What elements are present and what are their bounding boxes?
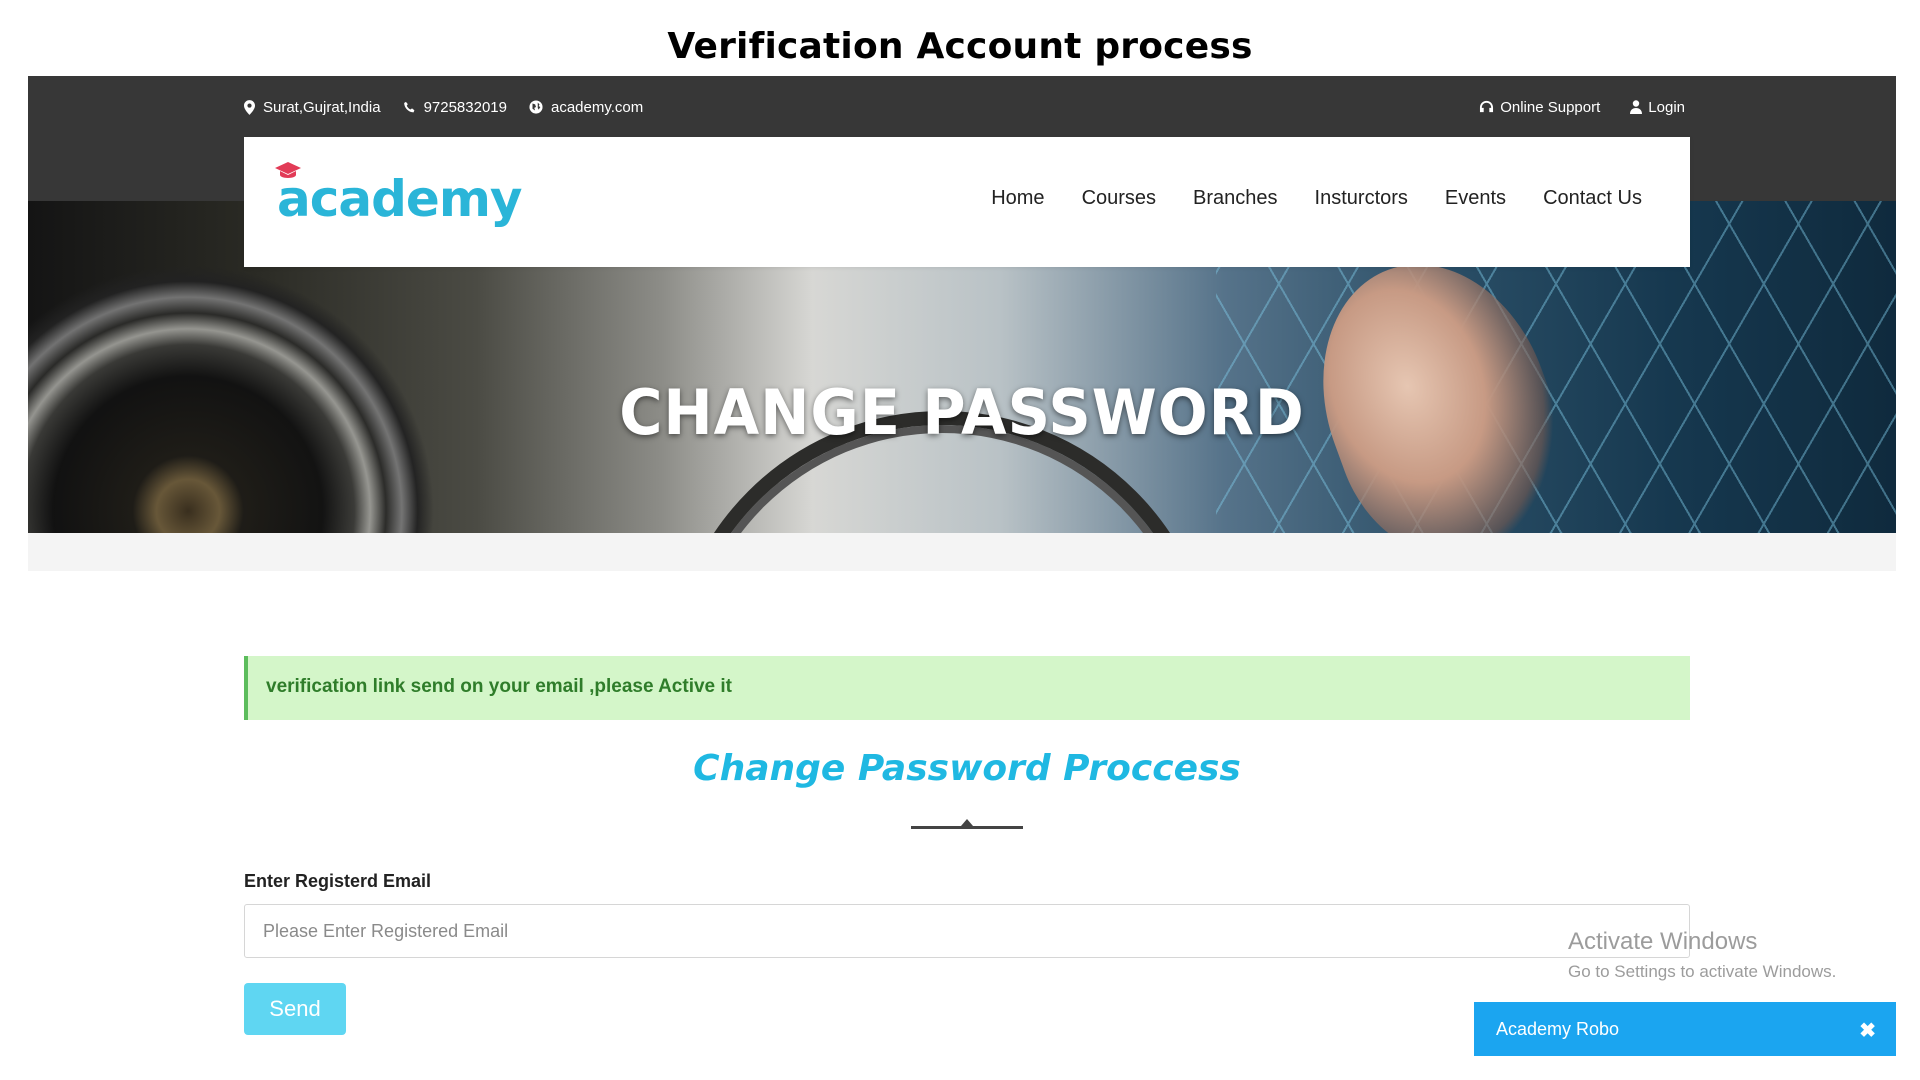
close-icon[interactable]: ✖	[1859, 1018, 1876, 1043]
login-label: Login	[1648, 98, 1685, 116]
section-title: Change Password Proccess	[693, 748, 1241, 789]
nav-events[interactable]: Events	[1445, 187, 1506, 210]
nav-branches[interactable]: Branches	[1193, 187, 1278, 210]
website-item: academy.com	[529, 99, 643, 116]
login-link[interactable]: Login	[1630, 99, 1685, 116]
nav-instructors[interactable]: Insturctors	[1315, 187, 1408, 210]
page-caption: Verification Account process	[667, 26, 1253, 67]
globe-icon	[529, 100, 543, 114]
phone-icon	[403, 101, 414, 112]
contact-info: Surat,Gujrat,India 9725832019 academy.co…	[244, 94, 665, 120]
watermark-title: Activate Windows	[1568, 928, 1758, 955]
email-label: Enter Registerd Email	[244, 871, 432, 891]
logo-text: academy	[277, 170, 523, 228]
nav-home[interactable]: Home	[991, 187, 1044, 210]
send-button[interactable]: Send	[244, 983, 346, 1035]
breadcrumb-strip	[28, 533, 1896, 571]
success-alert: verification link send on your email ,pl…	[244, 656, 1690, 720]
divider-arrow-icon	[961, 819, 973, 826]
chat-widget-title: Academy Robo	[1496, 1019, 1620, 1039]
registered-email-input[interactable]	[244, 904, 1690, 958]
map-marker-icon	[244, 99, 255, 115]
title-divider	[911, 826, 1023, 829]
watermark-subtitle: Go to Settings to activate Windows.	[1568, 962, 1837, 981]
nav-courses[interactable]: Courses	[1082, 187, 1156, 210]
website-text: academy.com	[551, 98, 644, 116]
phone-text: 9725832019	[423, 98, 507, 116]
alert-message: verification link send on your email ,pl…	[266, 676, 733, 697]
chat-widget-bar[interactable]: Academy Robo ✖	[1474, 1002, 1896, 1056]
academy-logo[interactable]: academy	[275, 162, 523, 228]
location-text: Surat,Gujrat,India	[263, 98, 381, 116]
headphones-icon	[1480, 100, 1494, 113]
main-navbar: academy Home Courses Branches Insturctor…	[244, 137, 1690, 267]
top-actions: Online Support Login	[1449, 94, 1685, 120]
user-icon	[1630, 100, 1643, 114]
hero-title: CHANGE PASSWORD	[619, 376, 1305, 449]
online-support-link[interactable]: Online Support	[1479, 99, 1600, 116]
website-window: Surat,Gujrat,India 9725832019 academy.co…	[28, 76, 1896, 1080]
online-support-label: Online Support	[1500, 98, 1601, 116]
nav-contact-us[interactable]: Contact Us	[1543, 187, 1642, 210]
windows-activation-watermark: Activate Windows Go to Settings to activ…	[1568, 928, 1836, 982]
location-item: Surat,Gujrat,India	[244, 99, 381, 116]
nav-menu: Home Courses Branches Insturctors Events…	[954, 187, 1642, 210]
graduation-cap-icon	[275, 162, 301, 178]
phone-item: 9725832019	[403, 99, 507, 116]
